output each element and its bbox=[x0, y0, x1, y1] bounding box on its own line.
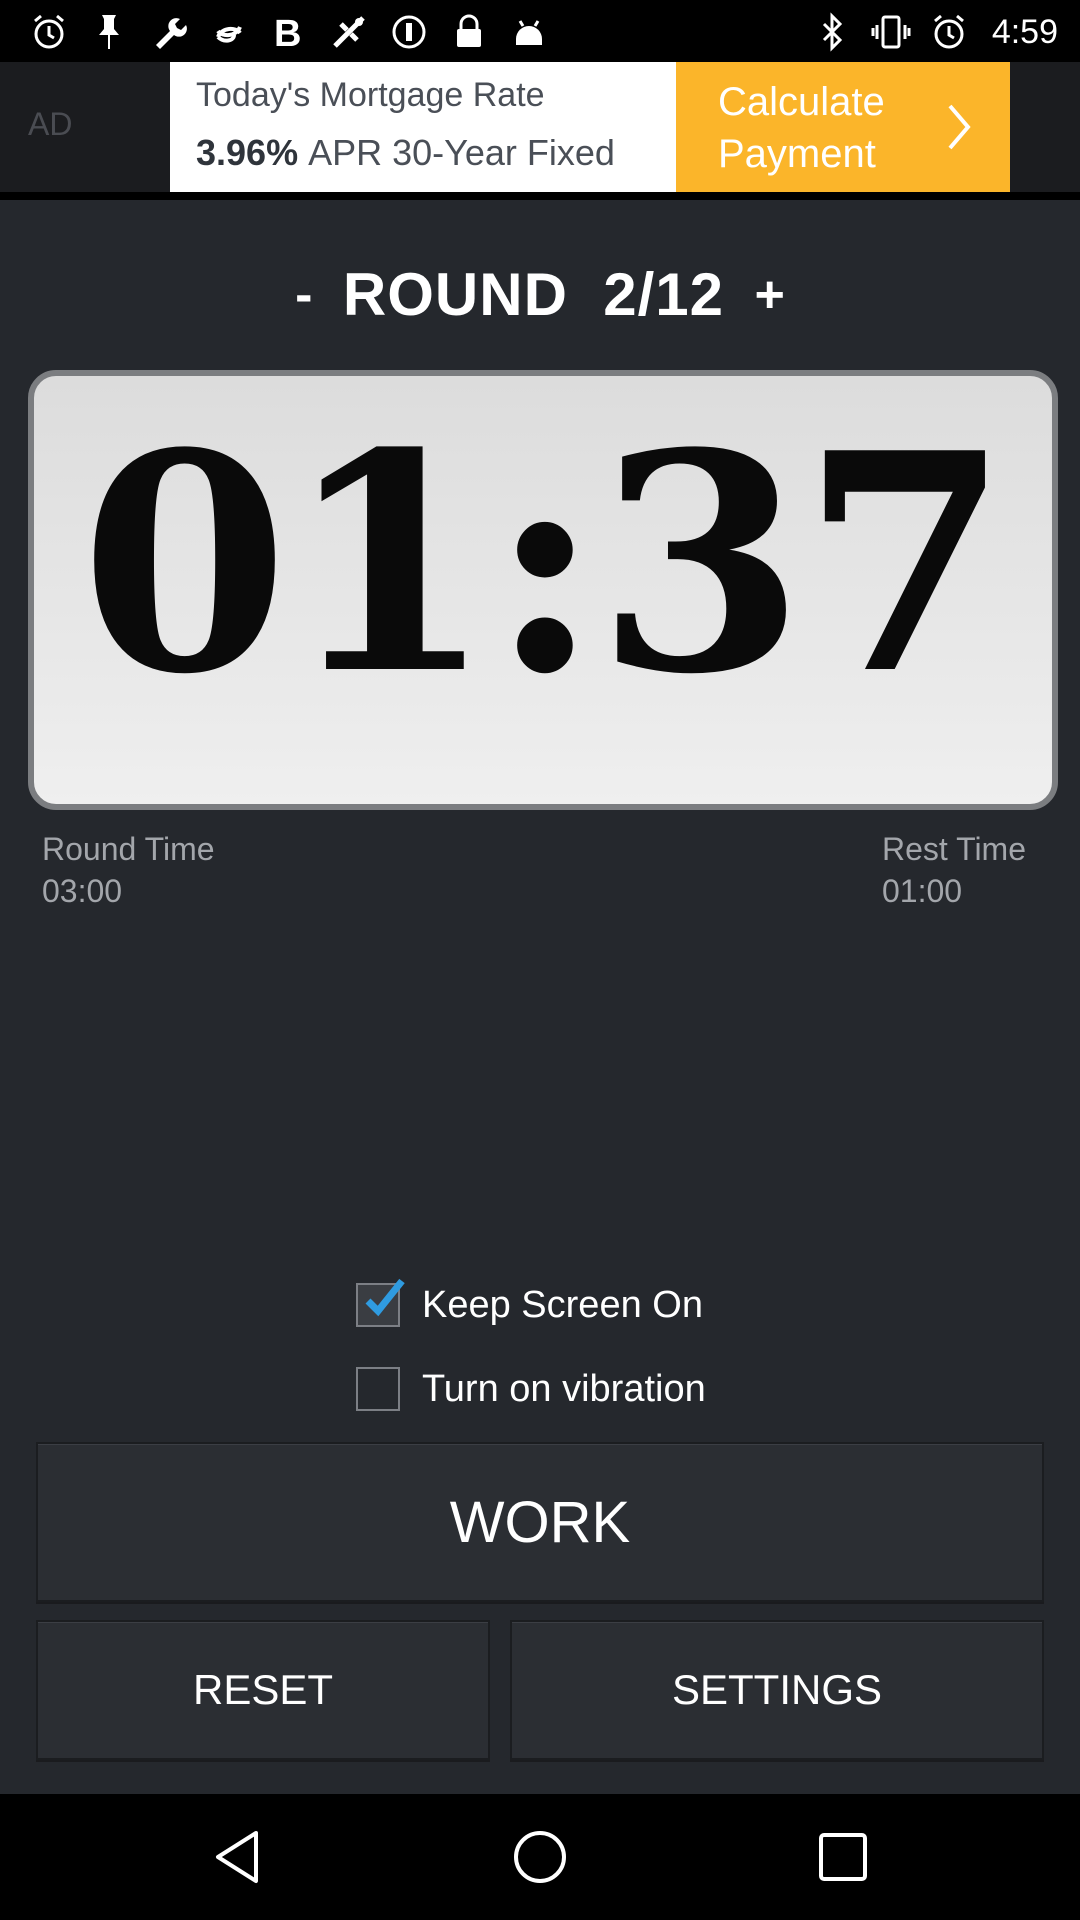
round-time-info[interactable]: Round Time 03:00 bbox=[42, 828, 215, 912]
timer-screen: - ROUND 2/12 + 01:37 Round Time 03:00 Re… bbox=[0, 200, 1080, 1794]
work-button[interactable]: WORK bbox=[36, 1442, 1044, 1602]
round-selector: - ROUND 2/12 + bbox=[0, 260, 1080, 340]
ad-cta-label: Calculate Payment bbox=[718, 80, 885, 176]
rest-time-label: Rest Time bbox=[881, 831, 1026, 867]
alarm-icon bbox=[928, 11, 970, 53]
ad-rate: 3.96% bbox=[196, 132, 299, 173]
status-left-icons: B bbox=[28, 10, 550, 54]
rest-time-info[interactable]: Rest Time 01:00 bbox=[882, 828, 1026, 912]
timer-display: 01:37 bbox=[28, 370, 1058, 810]
ad-label: AD bbox=[28, 106, 73, 142]
ad-bar: AD Today's Mortgage Rate 3.96% APR 30-Yea… bbox=[0, 62, 1080, 192]
settings-button[interactable]: SETTINGS bbox=[510, 1620, 1044, 1760]
home-icon[interactable] bbox=[507, 1824, 573, 1890]
ad-headline: Today's Mortgage Rate bbox=[196, 76, 545, 114]
keep-screen-on-label: Keep Screen On bbox=[422, 1283, 703, 1326]
round-counter: ROUND 2/12 bbox=[342, 261, 725, 328]
rest-time-value: 01:00 bbox=[881, 873, 963, 909]
ad-rate-detail: APR 30-Year Fixed bbox=[308, 132, 615, 173]
keep-screen-on-checkbox[interactable] bbox=[356, 1278, 405, 1327]
vibration-checkbox[interactable] bbox=[356, 1367, 400, 1411]
lock-icon bbox=[448, 11, 490, 53]
round-time-label: Round Time bbox=[42, 831, 215, 867]
round-time-value: 03:00 bbox=[42, 873, 123, 909]
pin-icon bbox=[88, 11, 130, 53]
back-icon[interactable] bbox=[204, 1824, 270, 1890]
fake-gps-icon bbox=[328, 11, 370, 53]
checkmark-icon bbox=[362, 1275, 410, 1326]
vibration-option[interactable]: Turn on vibration bbox=[356, 1359, 706, 1419]
status-time: 4:59 bbox=[991, 12, 1058, 51]
alarm-icon bbox=[28, 11, 70, 53]
ad-rate-line: 3.96% APR 30-Year Fixed bbox=[196, 132, 615, 174]
timer-countdown: 01:37 bbox=[80, 387, 1010, 740]
navigation-bar bbox=[0, 1794, 1080, 1920]
bluetooth-icon bbox=[812, 11, 854, 53]
keep-screen-on-option[interactable]: Keep Screen On bbox=[356, 1275, 703, 1335]
ad-banner-text-panel[interactable]: Today's Mortgage Rate 3.96% APR 30-Year F… bbox=[170, 62, 676, 192]
android-icon bbox=[508, 11, 550, 53]
reset-button[interactable]: RESET bbox=[36, 1620, 490, 1760]
bold-b-icon: B bbox=[268, 11, 310, 53]
round-increment-button[interactable]: + bbox=[740, 265, 798, 325]
vibrate-icon bbox=[870, 11, 912, 53]
recents-icon[interactable] bbox=[810, 1824, 876, 1890]
vibration-label: Turn on vibration bbox=[422, 1367, 706, 1410]
chevron-right-icon bbox=[944, 102, 974, 157]
status-bar: B 4:59 bbox=[0, 0, 1080, 62]
swirl-icon bbox=[208, 11, 250, 53]
svg-text:B: B bbox=[274, 13, 301, 51]
status-right-icons: 4:59 bbox=[812, 10, 1058, 54]
wrench-icon bbox=[148, 11, 190, 53]
ad-cta-button[interactable]: Calculate Payment bbox=[676, 62, 1010, 192]
round-decrement-button[interactable]: - bbox=[281, 265, 326, 325]
ad-banner[interactable]: Today's Mortgage Rate 3.96% APR 30-Year F… bbox=[170, 62, 1010, 192]
dollar-circle-icon bbox=[388, 11, 430, 53]
